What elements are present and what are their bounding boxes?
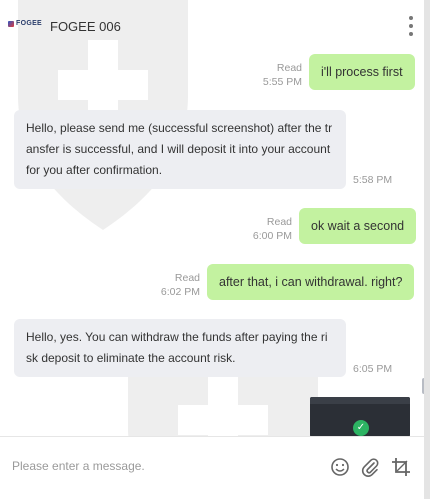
- message-time: 6:00 PM: [252, 230, 292, 242]
- contact-name[interactable]: FOGEE 006: [50, 19, 121, 34]
- message-line: Hello, please send me (successful screen…: [26, 121, 333, 135]
- message-line: for you after confirmation.: [26, 163, 163, 177]
- message-time: 6:05 PM: [353, 363, 393, 375]
- message-time: 5:55 PM: [262, 76, 302, 88]
- message-bubble[interactable]: after that, i can withdrawal. right?: [207, 264, 415, 300]
- image-attachment[interactable]: ✓: [310, 397, 410, 437]
- read-status: Read: [266, 216, 292, 228]
- more-vertical-icon[interactable]: [404, 16, 418, 36]
- read-status: Read: [276, 62, 302, 74]
- message-line: Hello, yes. You can withdraw the funds a…: [26, 330, 328, 344]
- message-time: 6:02 PM: [160, 286, 200, 298]
- message-bubble[interactable]: ok wait a second: [299, 208, 417, 244]
- chat-window: FOGEE FOGEE 006 Read 5:55 PM i'll proces…: [0, 0, 430, 499]
- read-status: Read: [174, 272, 200, 284]
- emoji-icon[interactable]: [329, 456, 351, 478]
- message-composer: [0, 436, 424, 499]
- message-time: 5:58 PM: [353, 174, 393, 186]
- brand-logo: FOGEE: [8, 20, 42, 27]
- attachment-icon[interactable]: [359, 456, 381, 478]
- message-bubble[interactable]: Hello, yes. You can withdraw the funds a…: [14, 319, 346, 377]
- message-bubble[interactable]: i'll process first: [309, 54, 415, 90]
- window-edge: [424, 0, 430, 499]
- logo-text: FOGEE: [16, 20, 43, 27]
- chat-header: FOGEE FOGEE 006: [0, 0, 424, 46]
- check-icon: ✓: [353, 420, 369, 436]
- message-line: sk deposit to eliminate the account risk…: [26, 351, 236, 365]
- message-line: ansfer is successful, and I will deposit…: [26, 142, 331, 156]
- logo-mark-icon: [8, 20, 14, 27]
- message-input[interactable]: [12, 455, 312, 477]
- screenshot-status-bar: [310, 397, 410, 404]
- message-bubble[interactable]: Hello, please send me (successful screen…: [14, 110, 346, 189]
- crop-icon[interactable]: [390, 456, 412, 478]
